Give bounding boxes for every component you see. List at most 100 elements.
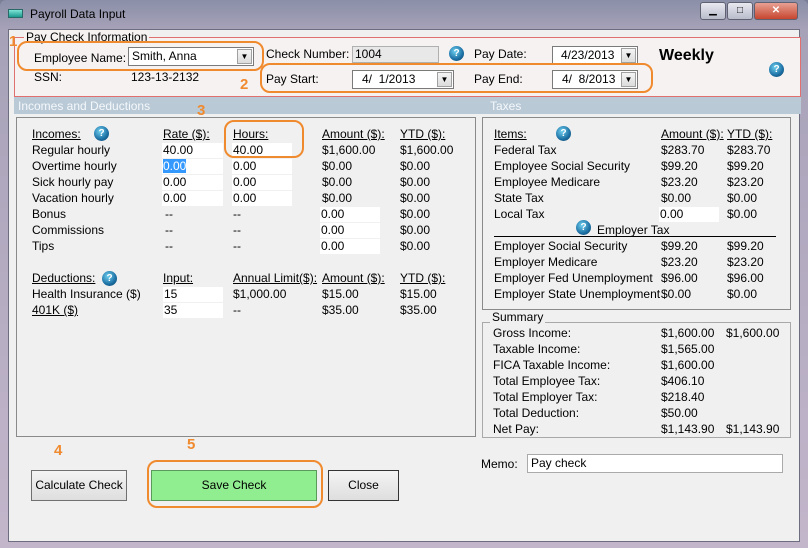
- rate-input[interactable]: 0.00: [162, 191, 223, 206]
- rate-input[interactable]: 40.00: [162, 143, 223, 158]
- tax-row-label: State Tax: [494, 191, 544, 205]
- tax-column-header: Items:: [494, 127, 527, 141]
- tax-ytd: $0.00: [727, 191, 758, 205]
- app-icon: [8, 9, 23, 18]
- amount-value: $0.00: [322, 175, 353, 189]
- annotation-box-2: [260, 63, 653, 93]
- hours-input[interactable]: 0.00: [232, 191, 292, 206]
- income-row-label: Sick hourly pay: [32, 175, 114, 189]
- income-column-header: Rate ($):: [163, 127, 210, 141]
- memo-input[interactable]: Pay check: [527, 454, 783, 473]
- annotation-number: 3: [197, 102, 206, 119]
- amount-value: $0.00: [322, 191, 353, 205]
- income-column-header: Incomes:: [32, 127, 81, 141]
- deduction-column-header: Amount ($):: [322, 271, 385, 285]
- deduction-column-header: Annual Limit($):: [233, 271, 318, 285]
- deduction-row-label: Health Insurance ($): [32, 287, 141, 301]
- income-row-label: Tips: [32, 239, 55, 253]
- summary-label: Net Pay:: [493, 422, 540, 436]
- close-button[interactable]: Close: [328, 470, 399, 501]
- employer-tax-amount: $23.20: [661, 255, 698, 269]
- summary-amount: $1,600.00: [661, 358, 715, 372]
- employer-tax-ytd: $23.20: [727, 255, 764, 269]
- summary-amount: $218.40: [661, 390, 705, 404]
- annotation-number: 1: [9, 33, 18, 50]
- tax-row-label: Local Tax: [494, 207, 545, 221]
- help-icon[interactable]: ?: [576, 220, 591, 235]
- incomes-deductions-header: Incomes and Deductions: [18, 99, 151, 113]
- help-icon[interactable]: ?: [449, 46, 464, 61]
- tax-row-label: Federal Tax: [494, 143, 557, 157]
- deduction-input[interactable]: 15: [163, 287, 223, 302]
- rate-input[interactable]: 0.00: [162, 175, 223, 190]
- summary-amount: $1,143.90: [661, 422, 715, 436]
- help-icon[interactable]: ?: [102, 271, 117, 286]
- ytd-value: $0.00: [400, 207, 431, 221]
- annotation-number: 2: [240, 76, 249, 93]
- summary-label: Total Deduction:: [493, 406, 580, 420]
- summary-label: Taxable Income:: [493, 342, 581, 356]
- deduction-input[interactable]: 35: [163, 303, 223, 318]
- deduction-amount: $15.00: [322, 287, 359, 301]
- close-window-button[interactable]: ✕: [754, 2, 798, 20]
- ssn-value: 123-13-2132: [131, 70, 200, 84]
- calculate-check-button[interactable]: Calculate Check: [31, 470, 127, 501]
- help-icon[interactable]: ?: [94, 126, 109, 141]
- deduction-column-header: Input:: [163, 271, 194, 285]
- maximize-button[interactable]: □: [727, 2, 753, 20]
- deduction-column-header: YTD ($):: [400, 271, 446, 285]
- summary-label: Total Employee Tax:: [493, 374, 601, 388]
- income-row-label: Overtime hourly: [32, 159, 117, 173]
- income-column-header: Amount ($):: [322, 127, 385, 141]
- hours-input[interactable]: 0.00: [232, 175, 292, 190]
- summary-ytd: $1,143.90: [726, 422, 780, 436]
- employer-tax-label: Employer Medicare: [494, 255, 598, 269]
- local-tax-input[interactable]: 0.00: [659, 207, 719, 222]
- tax-row-label: Employee Medicare: [494, 175, 601, 189]
- help-icon[interactable]: ?: [769, 62, 784, 77]
- amount-input[interactable]: 0.00: [320, 207, 380, 222]
- amount-input[interactable]: 0.00: [320, 223, 380, 238]
- rate-value: --: [165, 223, 173, 237]
- rate-value: --: [165, 239, 173, 253]
- taxes-header: Taxes: [490, 99, 522, 113]
- tax-amount: $283.70: [661, 143, 705, 157]
- summary-amount: $50.00: [661, 406, 698, 420]
- deduction-ytd: $15.00: [400, 287, 437, 301]
- payroll-window: Payroll Data Input ▁ □ ✕ Pay Check Infor…: [0, 0, 808, 548]
- amount-value: $0.00: [322, 159, 353, 173]
- check-number-field[interactable]: 1004: [352, 46, 439, 63]
- tax-column-header: Amount ($):: [661, 127, 724, 141]
- rate-value: --: [165, 207, 173, 221]
- employer-tax-ytd: $96.00: [727, 271, 764, 285]
- annotation-box-5: [147, 460, 323, 508]
- employer-tax-ytd: $0.00: [727, 287, 758, 301]
- hours-input[interactable]: 0.00: [232, 159, 292, 174]
- tax-ytd: $0.00: [727, 207, 758, 221]
- memo-label: Memo:: [481, 457, 518, 471]
- deduction-amount: $35.00: [322, 303, 359, 317]
- employer-tax-amount: $99.20: [661, 239, 698, 253]
- employer-tax-amount: $0.00: [661, 287, 692, 301]
- summary-label: Gross Income:: [493, 326, 572, 340]
- employer-tax-amount: $96.00: [661, 271, 698, 285]
- help-icon[interactable]: ?: [556, 126, 571, 141]
- summary-title: Summary: [490, 310, 546, 324]
- tax-amount: $0.00: [661, 191, 692, 205]
- tax-column-header: YTD ($):: [727, 127, 773, 141]
- income-row-label: Commissions: [32, 223, 105, 237]
- minimize-button[interactable]: ▁: [700, 2, 726, 20]
- chevron-down-icon[interactable]: ▼: [621, 48, 636, 63]
- tax-amount: $23.20: [661, 175, 698, 189]
- employer-tax-label: Employer State Unemployment: [494, 287, 661, 301]
- amount-input[interactable]: 0.00: [320, 239, 380, 254]
- ytd-value: $0.00: [400, 159, 431, 173]
- hours-value: --: [233, 239, 241, 253]
- annual-limit-value: --: [233, 303, 241, 317]
- ytd-value: $0.00: [400, 191, 431, 205]
- pay-date-label: Pay Date:: [474, 47, 527, 61]
- tax-row-label: Employee Social Security: [494, 159, 631, 173]
- rate-input[interactable]: 0.00: [162, 159, 223, 174]
- deduction-ytd: $35.00: [400, 303, 437, 317]
- summary-label: FICA Taxable Income:: [493, 358, 611, 372]
